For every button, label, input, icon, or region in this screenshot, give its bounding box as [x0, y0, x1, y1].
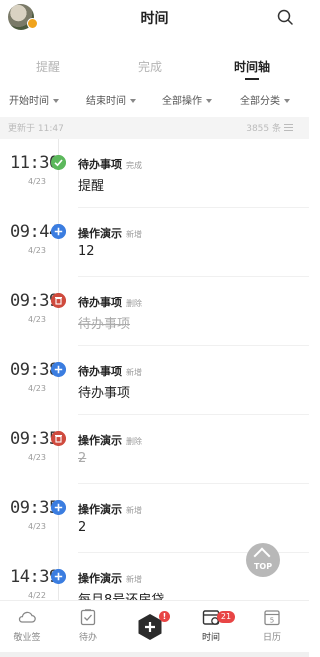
trash-icon [51, 293, 66, 308]
caret-down-icon [130, 99, 136, 103]
item-date: 4/23 [28, 453, 46, 462]
tab-underline [245, 78, 259, 80]
tab-timeline[interactable]: 时间轴 [234, 58, 270, 75]
trash-icon [51, 431, 66, 446]
filter-operation[interactable]: 全部操作 [162, 92, 212, 107]
item-content: 待办事项 [78, 386, 131, 401]
nav-label: 日历 [262, 633, 281, 643]
filter-bar: 开始时间 结束时间 全部操作 全部分类 [0, 86, 309, 112]
item-category: 待办事项 删除 [78, 294, 142, 310]
alert-badge: ! [159, 611, 170, 622]
calendar-day: 5 [270, 617, 274, 625]
home-indicator [0, 652, 309, 657]
category-text: 操作演示 [78, 503, 122, 516]
item-date: 4/22 [28, 591, 46, 600]
caret-down-icon [206, 99, 212, 103]
item-category: 操作演示 新增 [78, 570, 142, 586]
notification-badge: 21 [217, 611, 235, 623]
filter-label: 开始时间 [9, 96, 49, 107]
item-content: 提醒 [78, 179, 105, 194]
caret-down-icon [284, 99, 290, 103]
plus-icon [51, 569, 66, 584]
timeline-item[interactable]: 09:39 4/23 待办事项 删除 待办事项 [0, 277, 309, 346]
timeline-item[interactable]: 09:38 4/23 待办事项 新增 待办事项 [0, 346, 309, 415]
filter-label: 全部分类 [240, 96, 280, 107]
header: 时间 [0, 0, 309, 36]
item-date: 4/23 [28, 177, 46, 186]
nav-item-todo[interactable]: 待办 [63, 607, 113, 643]
nav-label: 时间 [201, 633, 220, 643]
item-content: 2 [78, 451, 87, 466]
action-tag: 删除 [126, 299, 142, 308]
item-category: 操作演示 新增 [78, 225, 142, 241]
item-content: 2 [78, 520, 87, 535]
category-text: 待办事项 [78, 158, 122, 171]
timeline-item[interactable]: 11:30 4/23 待办事项 完成 提醒 [0, 139, 309, 208]
scroll-top-label: TOP [253, 562, 273, 571]
category-text: 操作演示 [78, 227, 122, 240]
cloud-icon [18, 611, 36, 623]
item-content: 待办事项 [78, 317, 131, 332]
item-category: 操作演示 新增 [78, 501, 142, 517]
item-date: 4/23 [28, 384, 46, 393]
item-date: 4/23 [28, 522, 46, 531]
category-text: 操作演示 [78, 572, 122, 585]
clipboard-check-icon [80, 609, 96, 626]
record-count: 3855 条 [246, 124, 281, 134]
item-category: 待办事项 完成 [78, 156, 142, 172]
updated-time: 更新于 11:47 [8, 124, 64, 134]
item-category: 待办事项 新增 [78, 363, 142, 379]
filter-start-time[interactable]: 开始时间 [9, 92, 59, 107]
action-tag: 删除 [126, 437, 142, 446]
tab-bar: 提醒 完成 时间轴 [0, 50, 309, 84]
tab-completed[interactable]: 完成 [138, 58, 162, 75]
plus-icon [51, 500, 66, 515]
caret-down-icon [53, 99, 59, 103]
status-bar: 更新于 11:47 3855 条 [0, 117, 309, 139]
filter-category[interactable]: 全部分类 [240, 92, 290, 107]
item-date: 4/23 [28, 315, 46, 324]
item-content: 每月8号还房贷 [78, 589, 164, 600]
check-icon [51, 155, 66, 170]
plus-icon [51, 362, 66, 377]
timeline-item[interactable]: 09:35 4/23 操作演示 删除 2 [0, 415, 309, 484]
nav-label: 待办 [78, 633, 97, 643]
item-content: 12 [78, 244, 95, 259]
list-icon[interactable] [284, 124, 293, 131]
category-text: 操作演示 [78, 434, 122, 447]
calendar-icon: 5 [264, 610, 280, 626]
bottom-nav: 敬业签 待办 ! 时间 21 5 日历 [0, 600, 309, 657]
category-text: 待办事项 [78, 296, 122, 309]
action-tag: 完成 [126, 161, 142, 170]
action-tag: 新增 [126, 506, 142, 515]
filter-label: 结束时间 [86, 96, 126, 107]
item-date: 4/23 [28, 246, 46, 255]
tab-reminders[interactable]: 提醒 [36, 58, 60, 75]
action-tag: 新增 [126, 575, 142, 584]
filter-label: 全部操作 [162, 96, 202, 107]
filter-end-time[interactable]: 结束时间 [86, 92, 136, 107]
search-icon[interactable] [277, 9, 293, 25]
category-text: 待办事项 [78, 365, 122, 378]
item-category: 操作演示 删除 [78, 432, 142, 448]
page-title: 时间 [140, 11, 169, 27]
action-tag: 新增 [126, 368, 142, 377]
timeline-item[interactable]: 09:44 4/23 操作演示 新增 12 [0, 208, 309, 277]
nav-item-calendar[interactable]: 5 日历 [247, 607, 297, 643]
plus-icon [51, 224, 66, 239]
action-tag: 新增 [126, 230, 142, 239]
timeline-list[interactable]: 11:30 4/23 待办事项 完成 提醒 09:44 4/23 操作演示 新增 1… [0, 139, 309, 600]
nav-item-home[interactable]: 敬业签 [2, 607, 52, 643]
scroll-top-button[interactable]: TOP [246, 543, 280, 577]
nav-label: 敬业签 [13, 633, 41, 643]
